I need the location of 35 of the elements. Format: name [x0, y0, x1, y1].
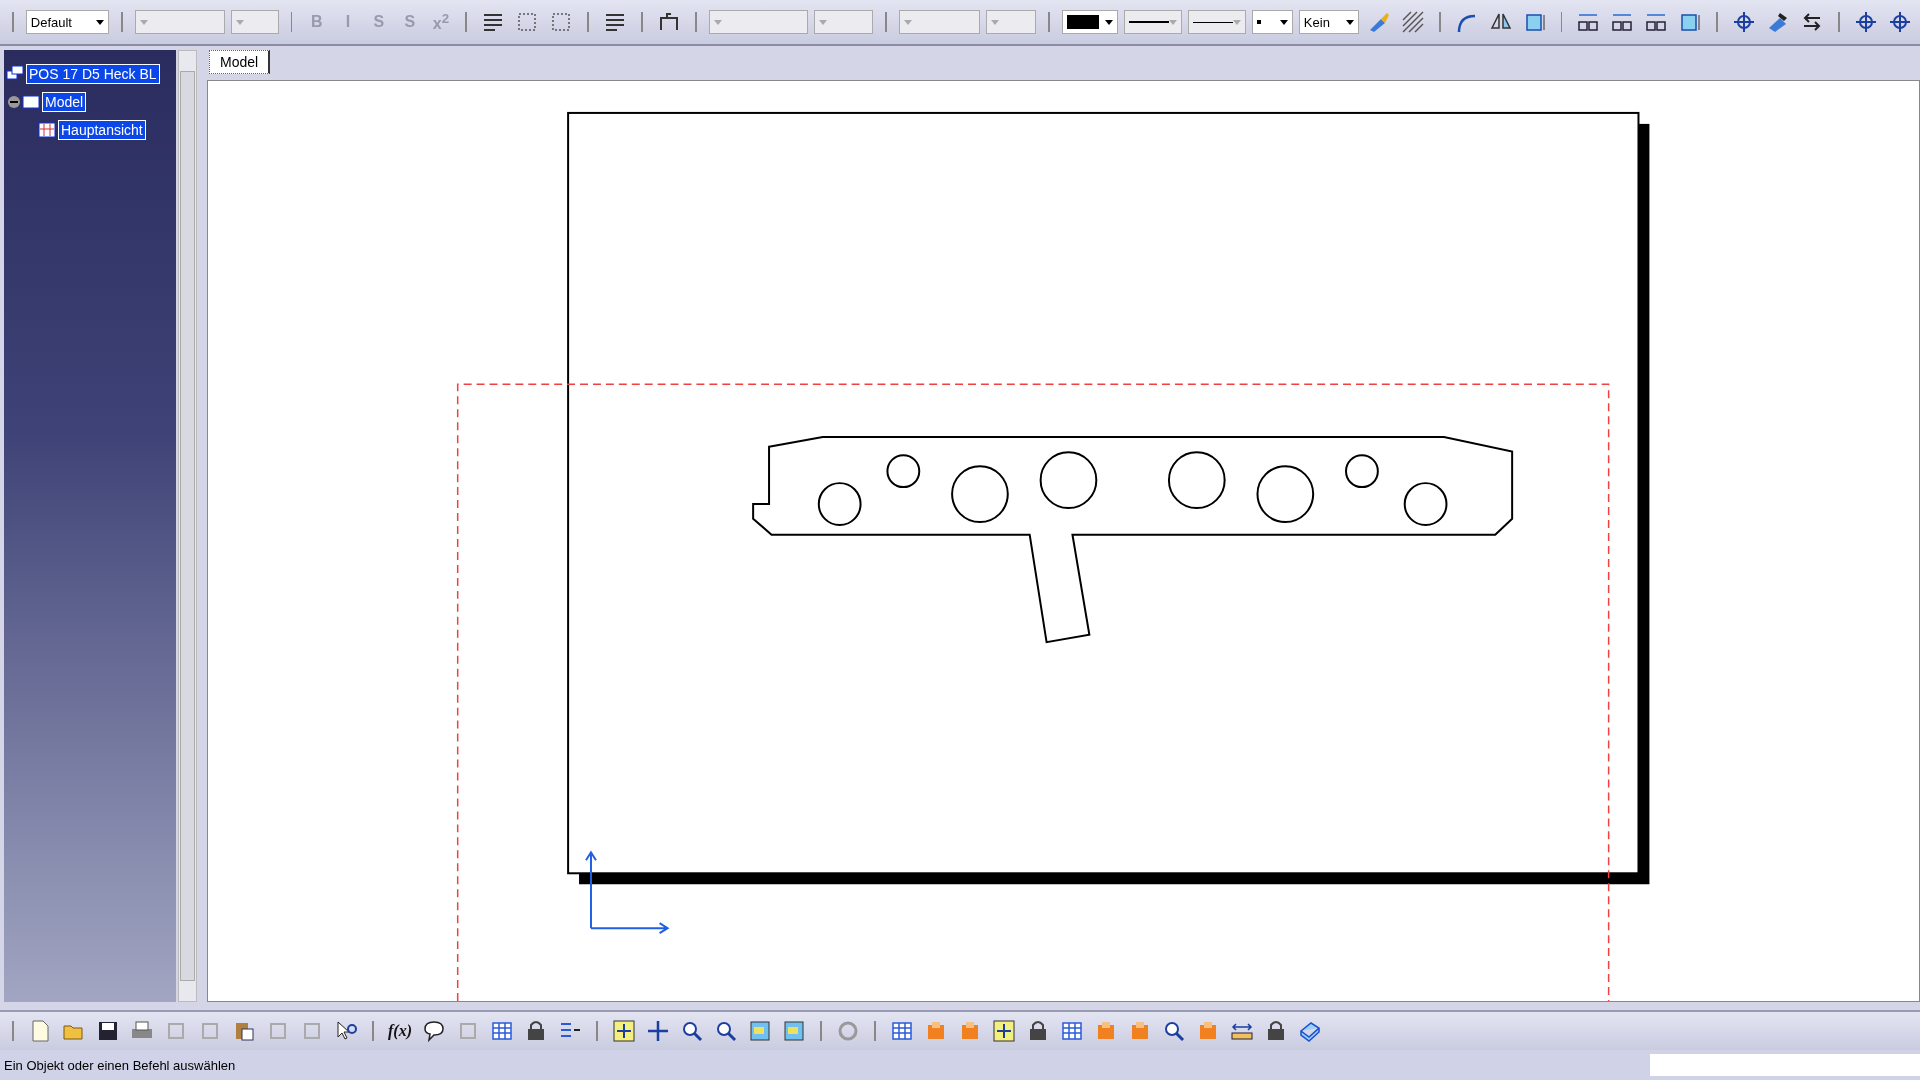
grid-icon[interactable] — [890, 1019, 914, 1043]
fit-all-icon[interactable] — [612, 1019, 636, 1043]
crosshair-icon[interactable] — [1887, 10, 1912, 34]
scrollbar[interactable] — [178, 50, 197, 1002]
formula-button[interactable]: f(x) — [386, 1022, 414, 1040]
view-icon[interactable] — [748, 1019, 772, 1043]
grid-icon[interactable] — [1060, 1019, 1084, 1043]
sheet-tab[interactable]: Model — [209, 50, 271, 74]
hatch-icon[interactable] — [1400, 10, 1425, 34]
line-thickness-dropdown[interactable] — [1124, 10, 1183, 34]
speech-bubble-icon[interactable] — [422, 1019, 446, 1043]
line-type-dropdown[interactable] — [1188, 10, 1247, 34]
command-input-field[interactable] — [1650, 1054, 1920, 1076]
style-dropdown[interactable]: Default — [25, 10, 109, 34]
tree-item[interactable]: Hauptansicht — [58, 120, 146, 140]
pan-icon[interactable] — [646, 1019, 670, 1043]
documents-icon — [6, 65, 24, 83]
point-type-dropdown[interactable] — [1252, 10, 1293, 34]
tree-item[interactable]: Model — [42, 92, 87, 112]
tree-item[interactable]: POS 17 D5 Heck BL — [26, 64, 160, 84]
zoom-in-icon[interactable] — [680, 1019, 704, 1043]
crosshair-icon[interactable] — [1853, 10, 1878, 34]
view-icon — [38, 121, 56, 139]
collapse-icon[interactable] — [8, 96, 20, 108]
table-icon[interactable] — [490, 1019, 514, 1043]
save-icon[interactable] — [96, 1019, 120, 1043]
book-icon[interactable] — [1298, 1019, 1322, 1043]
zoom-out-icon[interactable] — [714, 1019, 738, 1043]
status-message: Ein Objekt oder einen Befehl auswählen — [3, 1057, 236, 1073]
fill-dropdown[interactable]: Kein — [1298, 10, 1359, 34]
color-dropdown[interactable] — [1062, 10, 1119, 34]
crosshair-icon[interactable] — [1732, 10, 1757, 34]
sheet-icon — [22, 93, 40, 111]
view-icon[interactable] — [782, 1019, 806, 1043]
magnifier-icon[interactable] — [1162, 1019, 1186, 1043]
